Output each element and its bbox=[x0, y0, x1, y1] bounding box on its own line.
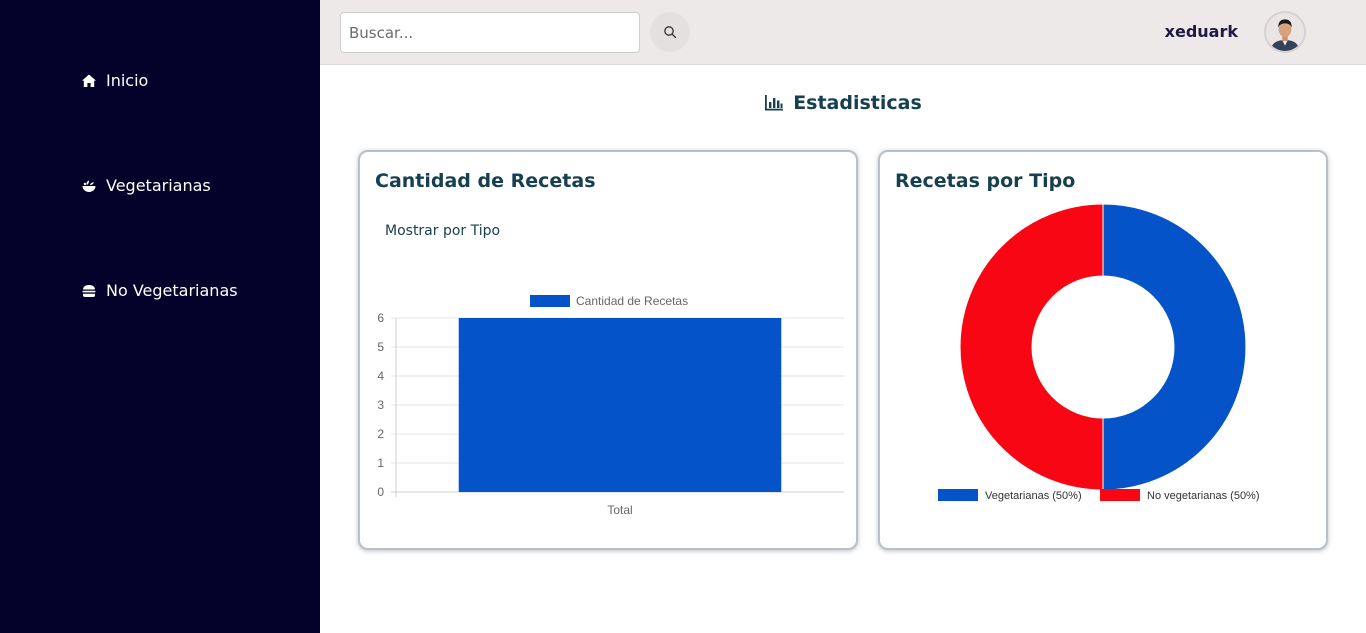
card-recetas-por-tipo: Recetas por Tipo Vegetarianas (50%) No ve… bbox=[878, 150, 1328, 550]
sidebar-item-vegetarianas[interactable]: Vegetarianas bbox=[80, 176, 211, 195]
search-button[interactable] bbox=[650, 12, 690, 52]
bar-chart: 0 1 2 3 4 5 6 Total Cantidad de Recetas bbox=[377, 294, 844, 517]
y-tick-label: 1 bbox=[377, 456, 384, 470]
y-tick-label: 3 bbox=[377, 398, 384, 412]
donut-slice bbox=[959, 203, 1104, 491]
avatar[interactable] bbox=[1264, 11, 1306, 53]
search-input[interactable] bbox=[340, 12, 640, 53]
y-tick-label: 2 bbox=[377, 427, 384, 441]
y-tick-label: 4 bbox=[377, 369, 384, 383]
sidebar-item-no-vegetarianas[interactable]: No Vegetarianas bbox=[80, 281, 238, 300]
sidebar-item-label: No Vegetarianas bbox=[106, 281, 238, 300]
burger-icon bbox=[80, 282, 97, 299]
legend-label: Cantidad de Recetas bbox=[576, 294, 688, 308]
chart-bar-icon bbox=[764, 94, 784, 112]
card-cantidad-recetas: Cantidad de Recetas Mostrar por Tipo 012… bbox=[358, 150, 858, 550]
sidebar-item-label: Inicio bbox=[106, 71, 149, 90]
donut-chart: Vegetarianas (50%) No vegetarianas (50%) bbox=[938, 203, 1260, 502]
username: xeduark bbox=[1164, 22, 1238, 41]
y-tick-label: 0 bbox=[377, 485, 384, 499]
sidebar-item-inicio[interactable]: Inicio bbox=[80, 71, 148, 90]
home-icon bbox=[80, 72, 97, 89]
search-icon bbox=[663, 25, 677, 39]
legend-swatch bbox=[938, 489, 978, 501]
y-tick-label: 6 bbox=[377, 311, 384, 325]
legend-swatch bbox=[530, 295, 570, 307]
bar bbox=[458, 318, 782, 492]
legend-swatch bbox=[1100, 489, 1140, 501]
x-tick-label: Total bbox=[607, 503, 632, 517]
salad-bowl-icon bbox=[80, 177, 97, 194]
legend-label: Vegetarianas (50%) bbox=[985, 490, 1082, 502]
page-title: Estadisticas bbox=[320, 92, 1366, 114]
sidebar-item-label: Vegetarianas bbox=[106, 176, 211, 195]
sidebar: Inicio Vegetarianas No Vegetarianas bbox=[0, 0, 320, 633]
donut-slice bbox=[1102, 203, 1247, 491]
y-tick-label: 5 bbox=[377, 340, 384, 354]
page-title-text: Estadisticas bbox=[793, 92, 922, 114]
top-bar: xeduark bbox=[320, 0, 1366, 65]
legend-label: No vegetarianas (50%) bbox=[1147, 490, 1260, 502]
